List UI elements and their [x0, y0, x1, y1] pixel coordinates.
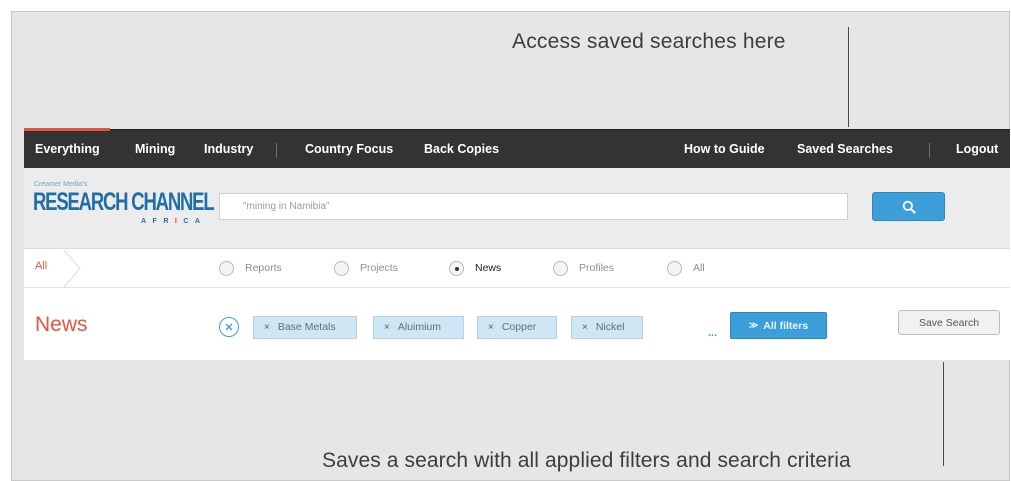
top-navbar: Everything Mining Industry Country Focus… — [24, 128, 1010, 169]
radio-label: Reports — [245, 262, 282, 274]
radio-reports[interactable]: Reports — [219, 259, 282, 277]
nav-divider — [276, 143, 277, 158]
nav-item-how-to-guide[interactable]: How to Guide — [684, 130, 765, 169]
chip-label: Nickel — [595, 321, 625, 333]
remove-chip-icon[interactable]: × — [488, 322, 494, 333]
radio-circle-icon — [553, 260, 568, 276]
radio-checked-icon — [449, 260, 464, 276]
more-filters-ellipsis[interactable]: ... — [708, 327, 717, 339]
filter-chip-copper[interactable]: × Copper — [477, 316, 557, 339]
content-type-filter-row — [24, 249, 1010, 288]
all-filters-label: All filters — [763, 319, 809, 332]
save-search-button[interactable]: Save Search — [898, 310, 1000, 335]
radio-projects[interactable]: Projects — [334, 259, 398, 277]
radio-circle-icon — [219, 260, 234, 276]
radio-all[interactable]: All — [667, 259, 705, 277]
radio-circle-icon — [667, 260, 682, 276]
radio-circle-icon — [334, 260, 349, 276]
chip-label: Aluimium — [397, 321, 442, 333]
nav-item-everything[interactable]: Everything — [24, 128, 110, 169]
all-filters-button[interactable]: ≫ All filters — [730, 312, 827, 339]
chip-label: Copper — [501, 321, 537, 333]
filter-chip-nickel[interactable]: × Nickel — [571, 316, 643, 339]
nav-item-industry[interactable]: Industry — [204, 130, 253, 169]
nav-item-country-focus[interactable]: Country Focus — [305, 130, 393, 169]
nav-divider — [929, 143, 930, 158]
callout-saved-searches: Access saved searches here — [512, 30, 786, 53]
clear-filters-button[interactable] — [219, 317, 239, 337]
breadcrumb-chevron-icon — [63, 249, 81, 288]
logo-africa: AFRICA — [141, 218, 207, 225]
radio-profiles[interactable]: Profiles — [553, 259, 614, 277]
radio-label: News — [475, 262, 502, 274]
remove-chip-icon[interactable]: × — [264, 322, 270, 333]
double-chevron-down-icon: ≫ — [748, 320, 759, 330]
breadcrumb-all[interactable]: All — [35, 260, 47, 272]
callout-save-search: Saves a search with all applied filters … — [322, 449, 851, 472]
search-button[interactable] — [872, 192, 945, 221]
callout-leader-line-top — [848, 27, 849, 127]
nav-item-mining[interactable]: Mining — [135, 130, 175, 169]
remove-chip-icon[interactable]: × — [582, 322, 588, 333]
nav-item-saved-searches[interactable]: Saved Searches — [797, 130, 893, 169]
nav-item-back-copies[interactable]: Back Copies — [424, 130, 499, 169]
radio-label: Projects — [360, 262, 398, 274]
logo-wordmark: RESEARCH CHANNEL — [33, 188, 215, 216]
remove-chip-icon[interactable]: × — [384, 322, 390, 333]
chip-label: Base Metals — [277, 321, 336, 333]
radio-label: Profiles — [579, 262, 615, 274]
close-icon — [225, 323, 233, 331]
filter-chip-aluimium[interactable]: × Aluimium — [373, 316, 464, 339]
radio-label: All — [693, 262, 705, 274]
research-channel-logo[interactable]: Creamer Media's RESEARCH CHANNEL AFRICA — [33, 181, 215, 229]
callout-leader-line-bottom — [943, 362, 944, 466]
search-input[interactable] — [219, 193, 848, 220]
filter-chip-base-metals[interactable]: × Base Metals — [253, 316, 357, 339]
nav-item-logout[interactable]: Logout — [956, 130, 998, 169]
radio-news[interactable]: News — [449, 259, 501, 277]
section-title: News — [35, 313, 88, 336]
logo-tagline: Creamer Media's — [34, 181, 88, 188]
search-icon — [902, 200, 916, 214]
